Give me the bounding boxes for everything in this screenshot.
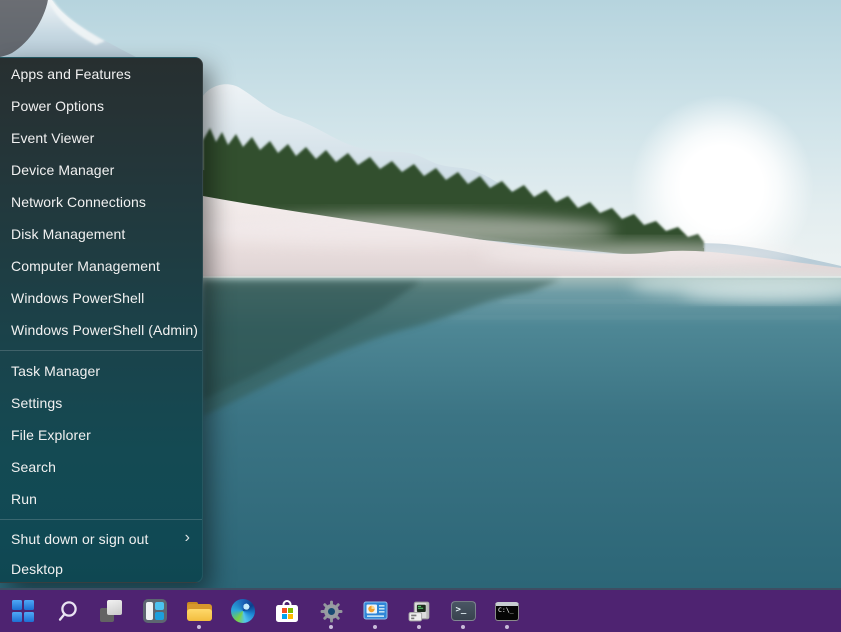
- edge-icon: [231, 599, 255, 623]
- running-indicator: [197, 625, 201, 629]
- menu-item-file-explorer[interactable]: File Explorer: [0, 419, 202, 451]
- microsoft-store-icon: [275, 599, 299, 623]
- powershell-button[interactable]: >_: [450, 590, 476, 632]
- running-indicator: [505, 625, 509, 629]
- menu-item-device-manager[interactable]: Device Manager: [0, 154, 202, 186]
- file-explorer-icon: [187, 599, 212, 623]
- widgets-icon: [143, 599, 167, 623]
- microsoft-store-button[interactable]: [274, 590, 300, 632]
- settings-button[interactable]: [318, 590, 344, 632]
- submenu-chevron-icon: ›: [185, 530, 190, 546]
- computer-management-button[interactable]: [406, 590, 432, 632]
- menu-item-disk-management[interactable]: Disk Management: [0, 218, 202, 250]
- windows-logo-icon: [12, 600, 34, 622]
- search-icon: [56, 600, 79, 623]
- search-button[interactable]: [54, 590, 80, 632]
- menu-item-task-manager[interactable]: Task Manager: [0, 355, 202, 387]
- command-prompt-button[interactable]: C:\_: [494, 590, 520, 632]
- computer-management-icon: [407, 599, 432, 624]
- task-view-button[interactable]: [98, 590, 124, 632]
- menu-item-apps-and-features[interactable]: Apps and Features: [0, 58, 202, 90]
- taskbar: >_ C:\_: [0, 588, 841, 632]
- task-view-icon: [99, 599, 123, 623]
- menu-item-settings[interactable]: Settings: [0, 387, 202, 419]
- menu-item-windows-powershell[interactable]: Windows PowerShell: [0, 282, 202, 314]
- menu-item-event-viewer[interactable]: Event Viewer: [0, 122, 202, 154]
- running-indicator: [373, 625, 377, 629]
- task-manager-button[interactable]: [362, 590, 388, 632]
- winx-context-menu: Apps and Features Power Options Event Vi…: [0, 57, 203, 583]
- command-prompt-icon: C:\_: [495, 602, 519, 621]
- sun: [682, 147, 762, 227]
- menu-item-computer-management[interactable]: Computer Management: [0, 250, 202, 282]
- menu-item-windows-powershell-admin[interactable]: Windows PowerShell (Admin): [0, 314, 202, 346]
- menu-item-network-connections[interactable]: Network Connections: [0, 186, 202, 218]
- running-indicator: [329, 625, 333, 629]
- menu-item-run[interactable]: Run: [0, 483, 202, 515]
- running-indicator: [461, 625, 465, 629]
- menu-item-power-options[interactable]: Power Options: [0, 90, 202, 122]
- menu-item-label: Shut down or sign out: [11, 531, 149, 547]
- menu-separator: [0, 519, 202, 520]
- running-indicator: [417, 625, 421, 629]
- start-button[interactable]: [10, 590, 36, 632]
- menu-item-shut-down-or-sign-out[interactable]: Shut down or sign out ›: [0, 524, 202, 554]
- settings-gear-icon: [319, 599, 344, 624]
- widgets-button[interactable]: [142, 590, 168, 632]
- menu-separator: [0, 350, 202, 351]
- desktop[interactable]: Apps and Features Power Options Event Vi…: [0, 0, 841, 632]
- file-explorer-button[interactable]: [186, 590, 212, 632]
- task-manager-icon: [363, 599, 388, 623]
- powershell-icon: >_: [451, 601, 476, 621]
- menu-item-desktop[interactable]: Desktop: [0, 554, 202, 584]
- menu-item-search[interactable]: Search: [0, 451, 202, 483]
- edge-button[interactable]: [230, 590, 256, 632]
